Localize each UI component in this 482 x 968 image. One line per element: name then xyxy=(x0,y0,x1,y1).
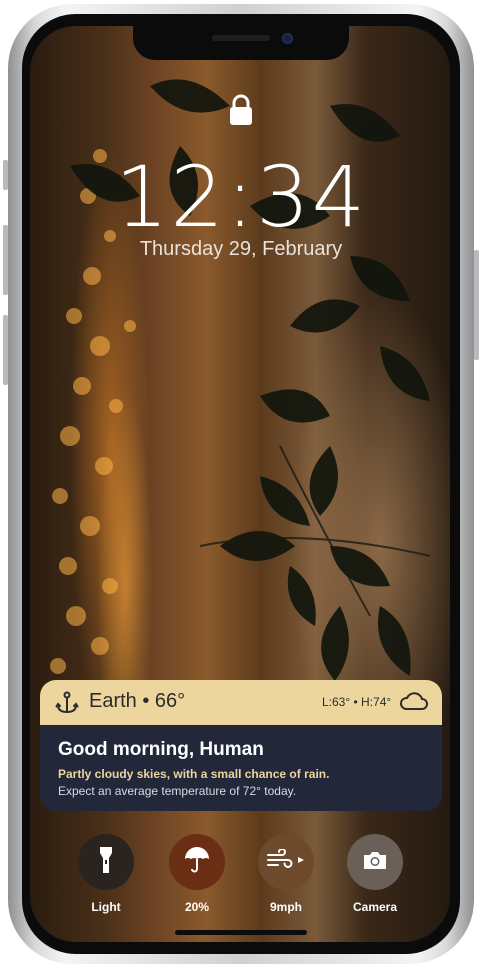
weather-expectation-text: Expect an average temperature of 72° tod… xyxy=(58,784,297,798)
front-camera xyxy=(282,33,293,44)
anchor-icon xyxy=(55,691,79,720)
wind-speed-label: 9mph xyxy=(269,900,302,914)
weather-widget-body: Good morning, Human Partly cloudy skies,… xyxy=(40,725,442,811)
rain-chance-label: 20% xyxy=(184,900,210,914)
weather-low-high: L:63° • H:74° xyxy=(322,695,392,709)
notch xyxy=(133,26,349,60)
weather-condition-text: Partly cloudy skies, with a small chance… xyxy=(58,767,330,781)
weather-widget-header: Earth • 66° L:63° • H:74° xyxy=(40,680,442,725)
cloud-icon xyxy=(398,689,428,718)
earpiece-speaker xyxy=(212,35,270,41)
flashlight-button[interactable] xyxy=(78,834,134,890)
weather-widget[interactable]: Earth • 66° L:63° • H:74° Good morning, … xyxy=(40,680,442,811)
home-indicator[interactable] xyxy=(175,930,307,935)
weather-location: Earth • 66° xyxy=(89,690,186,712)
wind-icon xyxy=(266,847,306,876)
camera-label: Camera xyxy=(352,900,398,914)
greeting-text: Good morning, Human xyxy=(58,739,264,760)
camera-button[interactable] xyxy=(347,834,403,890)
power-button xyxy=(474,250,479,360)
flashlight-icon xyxy=(99,846,113,879)
umbrella-icon xyxy=(184,846,210,879)
lock-screen-time: 12:34 xyxy=(114,148,368,246)
rain-chance-button[interactable] xyxy=(169,834,225,890)
wind-speed-button[interactable] xyxy=(258,834,314,890)
lock-icon xyxy=(229,94,253,131)
flashlight-label: Light xyxy=(91,900,121,914)
volume-down-button xyxy=(3,315,8,385)
camera-icon xyxy=(362,850,388,875)
lock-screen-date: Thursday 29, February xyxy=(139,238,343,260)
